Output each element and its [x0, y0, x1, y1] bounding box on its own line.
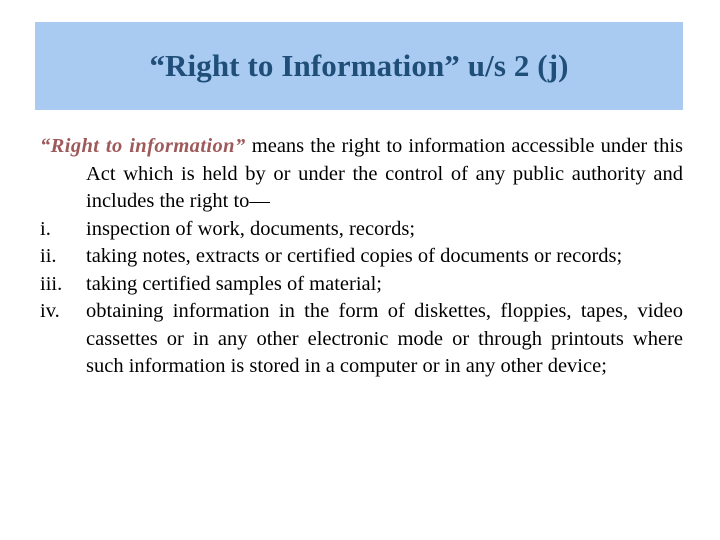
list-item: i. inspection of work, documents, records… — [40, 216, 683, 244]
slide-body: “Right to information” means the right t… — [40, 133, 683, 381]
definition-list: i. inspection of work, documents, records… — [40, 216, 683, 381]
list-item-marker: i. — [40, 217, 51, 240]
list-item-marker: ii. — [40, 245, 57, 267]
definition-paragraph: “Right to information” means the right t… — [40, 133, 683, 216]
list-item: iii. taking certified samples of material… — [40, 271, 683, 299]
list-item-text: obtaining information in the form of dis… — [86, 300, 683, 377]
list-item-marker: iv. — [40, 300, 60, 322]
slide-title-band: “Right to Information” u/s 2 (j) — [35, 22, 683, 110]
page-title: “Right to Information” u/s 2 (j) — [149, 47, 569, 83]
list-item-text: inspection of work, documents, records; — [86, 217, 416, 240]
list-item: ii. taking notes, extracts or certified c… — [40, 243, 683, 271]
slide-canvas: “Right to Information” u/s 2 (j) “Right … — [0, 0, 720, 540]
list-item-text: taking certified samples of material; — [86, 272, 382, 295]
list-item: iv. obtaining information in the form of … — [40, 298, 683, 381]
list-item-text: taking notes, extracts or certified copi… — [86, 245, 623, 267]
definition-term: “Right to information” — [40, 135, 246, 157]
list-item-marker: iii. — [40, 272, 63, 295]
